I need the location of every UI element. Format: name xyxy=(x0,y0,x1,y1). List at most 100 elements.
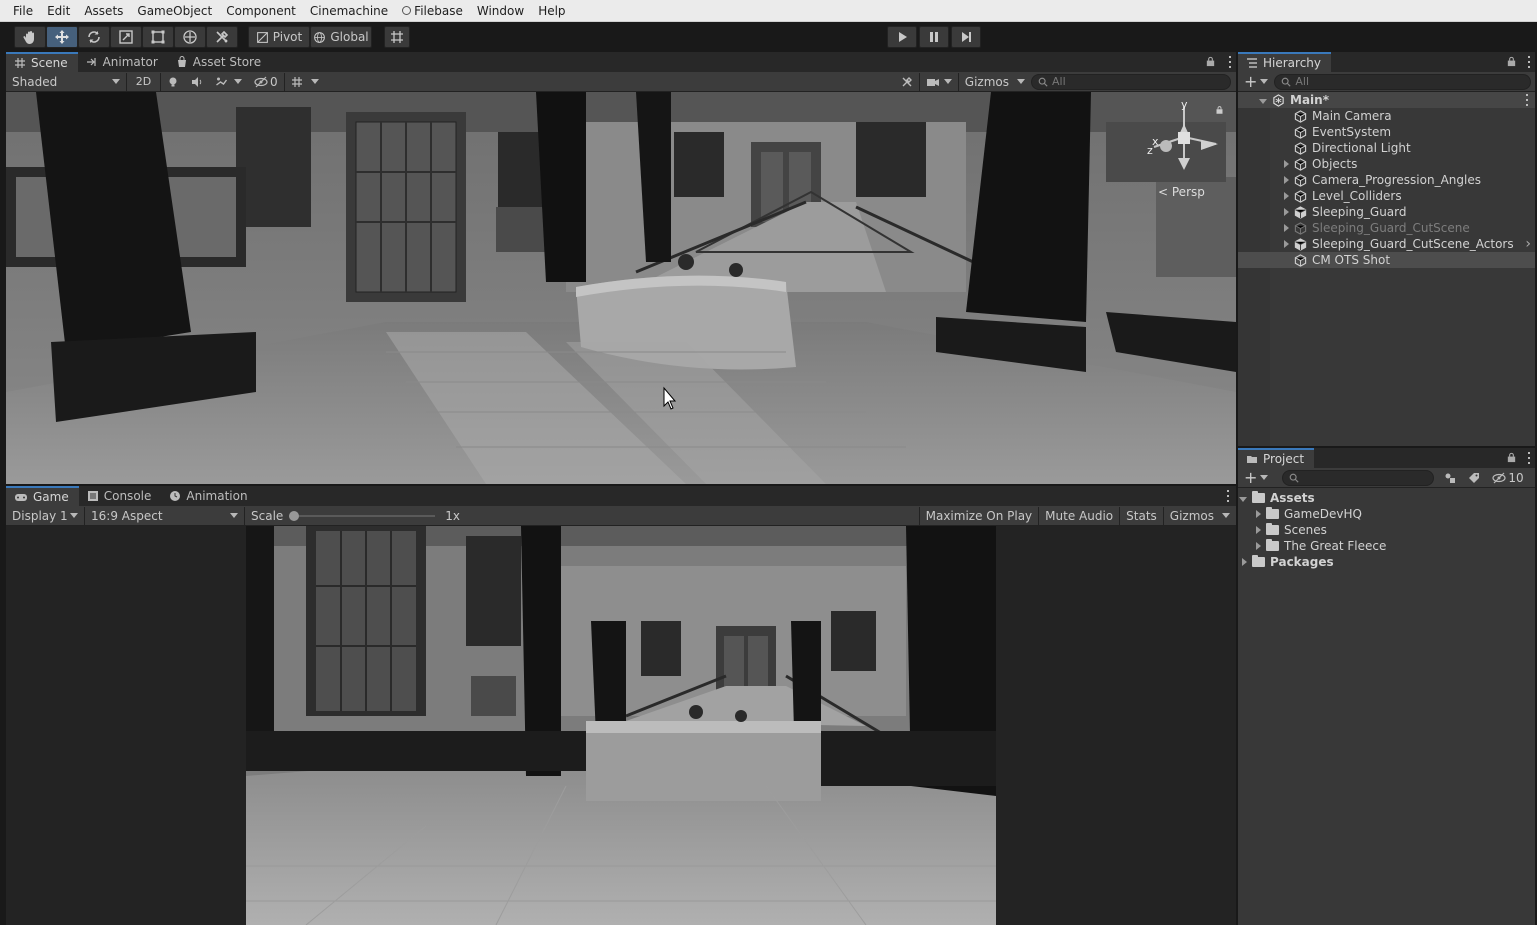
camera-dropdown[interactable] xyxy=(918,72,958,91)
scale-slider-thumb[interactable] xyxy=(289,510,300,521)
hierarchy-item[interactable]: Level_Colliders xyxy=(1238,188,1535,204)
project-folder-row[interactable]: GameDevHQ xyxy=(1238,506,1535,522)
game-menu[interactable] xyxy=(1222,486,1236,506)
search-by-label-button[interactable] xyxy=(1462,469,1486,487)
expand-arrow-icon[interactable] xyxy=(1284,240,1289,248)
expand-arrow-icon[interactable] xyxy=(1284,224,1289,232)
tab-asset-store[interactable]: Asset Store xyxy=(168,52,271,72)
project-folder-row[interactable]: The Great Fleece xyxy=(1238,538,1535,554)
hierarchy-item[interactable]: Sleeping_Guard_CutScene xyxy=(1238,220,1535,236)
grid-snap-button[interactable] xyxy=(384,26,410,48)
display-dropdown[interactable]: Display 1 xyxy=(6,507,84,525)
pause-button[interactable] xyxy=(919,26,949,48)
expand-arrow-icon[interactable] xyxy=(1239,497,1247,502)
hierarchy-item[interactable]: Objects xyxy=(1238,156,1535,172)
menu-cinemachine[interactable]: Cinemachine xyxy=(303,4,395,18)
play-button[interactable] xyxy=(887,26,917,48)
maximize-on-play-toggle[interactable]: Maximize On Play xyxy=(918,506,1039,525)
game-gizmos-dropdown[interactable]: Gizmos xyxy=(1162,506,1236,525)
custom-tool-button[interactable] xyxy=(206,26,238,48)
effects-dropdown[interactable] xyxy=(209,73,248,91)
hierarchy-tree: Main* Main Camera EventSystem Directional … xyxy=(1238,92,1535,446)
tab-game[interactable]: Game xyxy=(6,486,79,506)
menu-assets[interactable]: Assets xyxy=(77,4,130,18)
hierarchy-search-input[interactable]: All xyxy=(1274,73,1531,90)
menu-edit[interactable]: Edit xyxy=(40,4,77,18)
expand-arrow-icon[interactable] xyxy=(1256,526,1261,534)
menu-file[interactable]: File xyxy=(6,4,40,18)
hierarchy-menu[interactable] xyxy=(1525,52,1535,72)
tab-animation[interactable]: Animation xyxy=(161,486,257,506)
hand-tool-button[interactable] xyxy=(14,26,46,48)
game-viewport[interactable] xyxy=(6,526,1236,925)
hierarchy-lock-icon[interactable] xyxy=(1506,56,1517,67)
persp-toggle[interactable]: < Persp xyxy=(1158,185,1205,199)
hierarchy-scene-row[interactable]: Main* xyxy=(1238,92,1535,108)
hierarchy-item[interactable]: EventSystem xyxy=(1238,124,1535,140)
scene-lock-icon[interactable] xyxy=(1205,56,1216,67)
global-toggle[interactable]: Global xyxy=(310,26,372,48)
scene-row-menu[interactable] xyxy=(1521,92,1535,108)
project-folder-row[interactable]: Scenes xyxy=(1238,522,1535,538)
menu-help[interactable]: Help xyxy=(531,4,572,18)
project-folder-row[interactable]: Assets xyxy=(1238,490,1535,506)
scene-tools-button[interactable] xyxy=(895,73,919,91)
rotate-tool-button[interactable] xyxy=(78,26,110,48)
hierarchy-item[interactable]: Sleeping_Guard_CutScene_Actors › xyxy=(1238,236,1535,252)
step-button[interactable] xyxy=(951,26,981,48)
menu-filebase[interactable]: Filebase xyxy=(395,4,470,18)
menu-window[interactable]: Window xyxy=(470,4,531,18)
scene-viewport[interactable]: y x z < Persp xyxy=(6,92,1236,484)
tab-animator[interactable]: Animator xyxy=(78,52,168,72)
hierarchy-item[interactable]: Camera_Progression_Angles xyxy=(1238,172,1535,188)
project-lock-icon[interactable] xyxy=(1506,452,1517,463)
expand-arrow-icon[interactable] xyxy=(1256,510,1261,518)
viewport-lock-icon[interactable] xyxy=(1215,105,1224,115)
tab-hierarchy[interactable]: Hierarchy xyxy=(1238,52,1332,72)
hidden-objects-toggle[interactable]: 0 xyxy=(248,73,284,91)
mute-audio-toggle[interactable]: Mute Audio xyxy=(1038,506,1119,525)
hidden-count: 0 xyxy=(270,74,278,89)
scale-slider[interactable] xyxy=(289,510,436,521)
grid-dropdown[interactable] xyxy=(283,72,325,91)
2d-toggle[interactable]: 2D xyxy=(126,72,160,91)
expand-arrow-icon[interactable] xyxy=(1259,99,1267,104)
hidden-packages-toggle[interactable]: 10 xyxy=(1486,469,1529,487)
rect-tool-button[interactable] xyxy=(142,26,174,48)
expand-arrow-icon[interactable] xyxy=(1284,208,1289,216)
tab-project[interactable]: Project xyxy=(1238,448,1315,468)
shading-dropdown[interactable]: Shaded xyxy=(6,73,126,91)
scale-tool-button[interactable] xyxy=(110,26,142,48)
search-by-type-button[interactable] xyxy=(1438,469,1462,487)
scene-menu[interactable] xyxy=(1226,52,1236,72)
tab-console[interactable]: Console xyxy=(79,486,162,506)
menu-component[interactable]: Component xyxy=(219,4,303,18)
stats-toggle[interactable]: Stats xyxy=(1119,506,1163,525)
scene-search-input[interactable]: All xyxy=(1031,73,1231,90)
expand-arrow-icon[interactable] xyxy=(1256,542,1261,550)
hierarchy-item[interactable]: Main Camera xyxy=(1238,108,1535,124)
audio-toggle[interactable] xyxy=(185,73,209,91)
project-create-button[interactable]: + xyxy=(1238,469,1274,487)
expand-arrow-icon[interactable] xyxy=(1284,176,1289,184)
expand-arrow-icon[interactable] xyxy=(1284,160,1289,168)
pivot-toggle[interactable]: Pivot xyxy=(248,26,310,48)
scene-gizmos-dropdown[interactable]: Gizmos xyxy=(957,72,1031,91)
lighting-toggle[interactable] xyxy=(160,72,185,91)
project-menu[interactable] xyxy=(1525,448,1535,468)
hierarchy-create-button[interactable]: + xyxy=(1238,73,1274,91)
move-tool-button[interactable] xyxy=(46,26,78,48)
hierarchy-item[interactable]: Sleeping_Guard xyxy=(1238,204,1535,220)
project-search-input[interactable] xyxy=(1282,469,1435,486)
chevron-right-icon[interactable]: › xyxy=(1525,236,1531,252)
aspect-dropdown[interactable]: 16:9 Aspect xyxy=(84,506,244,525)
expand-arrow-icon[interactable] xyxy=(1284,192,1289,200)
scene-render xyxy=(6,92,1236,484)
project-folder-row[interactable]: Packages xyxy=(1238,554,1535,570)
hierarchy-item[interactable]: Directional Light xyxy=(1238,140,1535,156)
tab-scene[interactable]: Scene xyxy=(6,52,78,72)
menu-gameobject[interactable]: GameObject xyxy=(130,4,219,18)
expand-arrow-icon[interactable] xyxy=(1242,558,1247,566)
transform-tool-button[interactable] xyxy=(174,26,206,48)
hierarchy-item[interactable]: CM OTS Shot xyxy=(1238,252,1535,268)
